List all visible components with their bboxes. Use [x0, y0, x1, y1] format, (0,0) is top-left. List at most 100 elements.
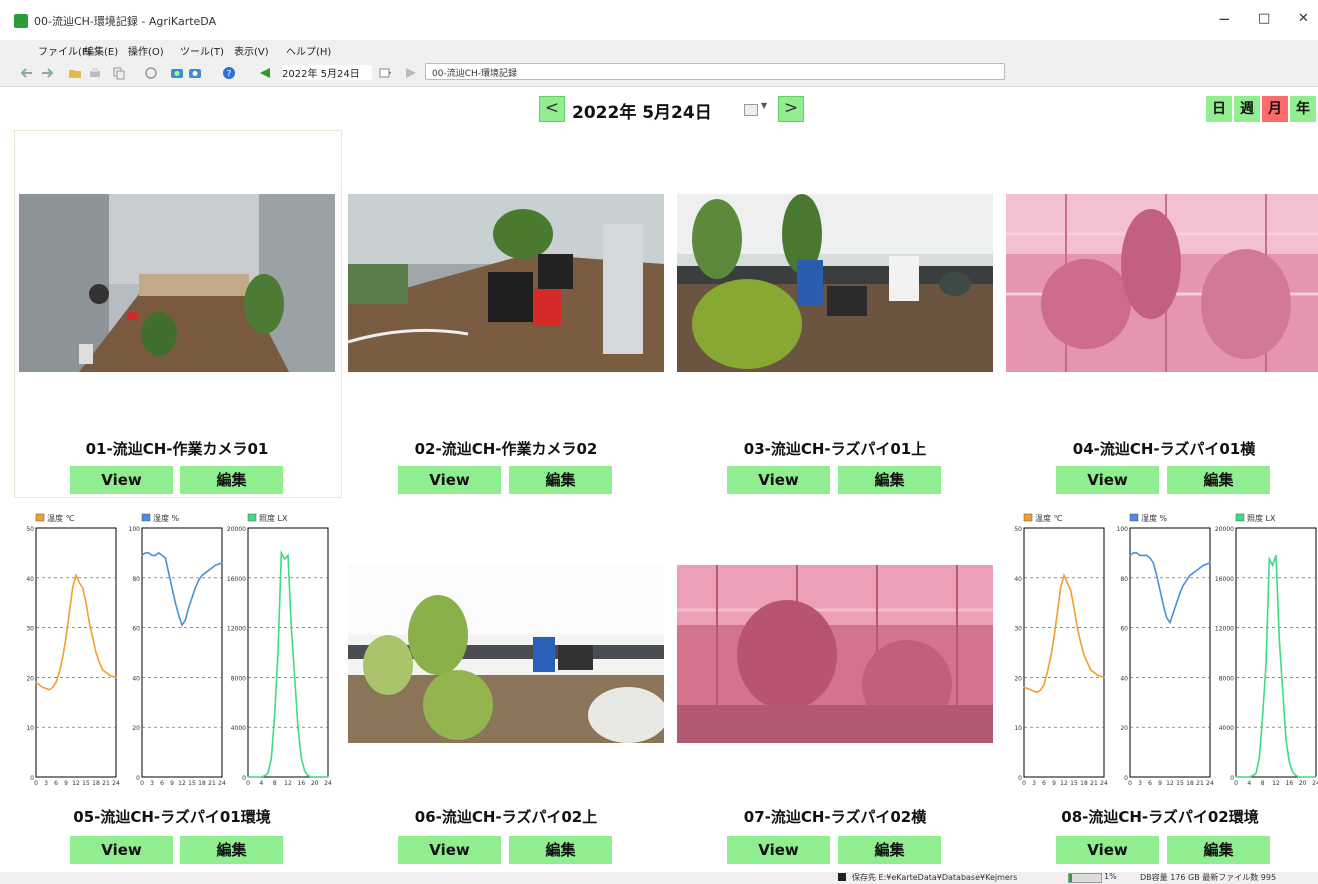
view-button-05[interactable]: View — [70, 836, 173, 864]
y-tick-label: 4000 — [231, 725, 246, 732]
y-tick-label: 12000 — [227, 626, 246, 633]
y-tick-label: 8000 — [1219, 675, 1234, 682]
toolbar: ? 2022年 5月24日 00-流辿CH-環境記録 — [0, 60, 1318, 87]
camera-image-07[interactable] — [677, 565, 993, 743]
calendar-icon[interactable] — [744, 104, 758, 116]
data-point — [1043, 684, 1045, 686]
x-tick-label: 24 — [218, 780, 226, 787]
next-day-button[interactable]: > — [778, 96, 804, 122]
prev-day-button[interactable]: < — [539, 96, 565, 122]
close-button[interactable]: ✕ — [1298, 11, 1309, 26]
data-point — [65, 636, 67, 639]
menu-operate[interactable]: 操作(O) — [128, 43, 164, 58]
forward-icon[interactable] — [40, 66, 54, 80]
camera-image-02[interactable] — [348, 194, 664, 372]
y-tick-label: 40 — [26, 576, 34, 583]
data-point — [1083, 654, 1085, 656]
y-tick-label: 40 — [132, 675, 140, 682]
date-picker[interactable]: 2022年 5月24日 ▼ — [568, 96, 778, 123]
toolbar-date[interactable]: 2022年 5月24日 — [282, 65, 372, 80]
help-icon[interactable]: ? — [222, 66, 236, 80]
data-point — [174, 602, 176, 604]
edit-button-01[interactable]: 編集 — [180, 466, 283, 494]
data-point — [68, 612, 70, 614]
data-point — [108, 674, 110, 676]
refresh-icon[interactable] — [144, 66, 158, 80]
view-button-01[interactable]: View — [70, 466, 173, 494]
edit-button-07[interactable]: 編集 — [838, 836, 941, 864]
x-tick-label: 20 — [1299, 780, 1307, 787]
edit-button-05[interactable]: 編集 — [180, 836, 283, 864]
view-button-07[interactable]: View — [727, 836, 830, 864]
y-tick-label: 40 — [1014, 576, 1022, 583]
prev-triangle-icon[interactable] — [258, 66, 272, 80]
camera-image-01[interactable] — [19, 194, 335, 372]
menu-edit[interactable]: 編集(E) — [84, 43, 118, 58]
data-point — [267, 772, 269, 774]
y-tick-label: 30 — [26, 626, 34, 633]
x-tick-label: 24 — [1100, 780, 1108, 787]
data-point — [1086, 661, 1088, 664]
edit-button-06[interactable]: 編集 — [509, 836, 612, 864]
data-point — [1252, 775, 1254, 777]
svg-text:?: ? — [227, 70, 232, 80]
data-point — [168, 572, 170, 574]
x-tick-label: 0 — [140, 780, 144, 787]
data-point — [1080, 641, 1082, 644]
edit-button-04[interactable]: 編集 — [1167, 466, 1270, 494]
legend-swatch — [247, 513, 257, 522]
path-field[interactable]: 00-流辿CH-環境記録 — [425, 63, 1005, 80]
camera2-icon[interactable] — [188, 66, 202, 80]
y-tick-label: 50 — [1014, 526, 1022, 533]
data-point — [1312, 776, 1314, 778]
view-button-03[interactable]: View — [727, 466, 830, 494]
open-folder-icon[interactable] — [68, 66, 82, 80]
data-point — [294, 676, 296, 678]
x-tick-label: 21 — [1196, 780, 1204, 787]
year-view-button[interactable]: 年 — [1290, 96, 1316, 122]
data-point — [1146, 554, 1148, 556]
data-point — [1030, 689, 1032, 691]
edit-button-03[interactable]: 編集 — [838, 466, 941, 494]
x-tick-label: 12 — [178, 780, 186, 787]
y-tick-label: 10 — [1014, 725, 1022, 732]
week-view-button[interactable]: 週 — [1234, 96, 1260, 122]
x-tick-label: 21 — [1090, 780, 1098, 787]
x-tick-label: 8 — [1261, 780, 1265, 787]
data-point — [1292, 771, 1294, 773]
dropdown-arrow-icon[interactable]: ▼ — [761, 101, 767, 110]
y-tick-label: 20 — [1014, 675, 1022, 682]
legend-swatch — [1235, 513, 1245, 522]
camera-label-05: 05-流辿CH-ラズパイ01環境 — [73, 808, 271, 826]
day-view-button[interactable]: 日 — [1206, 96, 1232, 122]
menu-view[interactable]: 表示(V) — [234, 43, 269, 58]
menu-help[interactable]: ヘルプ(H) — [286, 43, 331, 58]
edit-button-08[interactable]: 編集 — [1167, 836, 1270, 864]
minimize-button[interactable]: − — [1218, 10, 1231, 28]
calendar-icon[interactable] — [378, 66, 392, 80]
menu-bar: ファイル(F) 編集(E) 操作(O) ツール(T) 表示(V) ヘルプ(H) — [0, 40, 1318, 60]
copy-icon[interactable] — [112, 66, 126, 80]
view-button-02[interactable]: View — [398, 466, 501, 494]
next-triangle-icon[interactable] — [404, 66, 418, 80]
data-point — [1166, 617, 1168, 619]
legend-label: 湿度 % — [1141, 513, 1168, 523]
camera-image-06[interactable] — [348, 565, 664, 743]
camera-image-04[interactable] — [1006, 194, 1318, 372]
back-icon[interactable] — [20, 66, 34, 80]
view-button-06[interactable]: View — [398, 836, 501, 864]
data-point — [1036, 691, 1038, 693]
maximize-button[interactable]: □ — [1258, 11, 1270, 26]
camera-image-03[interactable] — [677, 194, 993, 372]
data-point — [1255, 772, 1257, 774]
menu-tools[interactable]: ツール(T) — [180, 43, 224, 58]
edit-button-02[interactable]: 編集 — [509, 466, 612, 494]
month-view-button[interactable]: 月 — [1262, 96, 1288, 122]
view-button-08[interactable]: View — [1056, 836, 1159, 864]
print-icon[interactable] — [88, 66, 102, 80]
view-button-04[interactable]: View — [1056, 466, 1159, 494]
camera-label-04: 04-流辿CH-ラズパイ01横 — [1072, 440, 1256, 458]
camera-icon[interactable] — [170, 66, 184, 80]
data-point — [1152, 562, 1154, 564]
x-tick-label: 0 — [246, 780, 250, 787]
